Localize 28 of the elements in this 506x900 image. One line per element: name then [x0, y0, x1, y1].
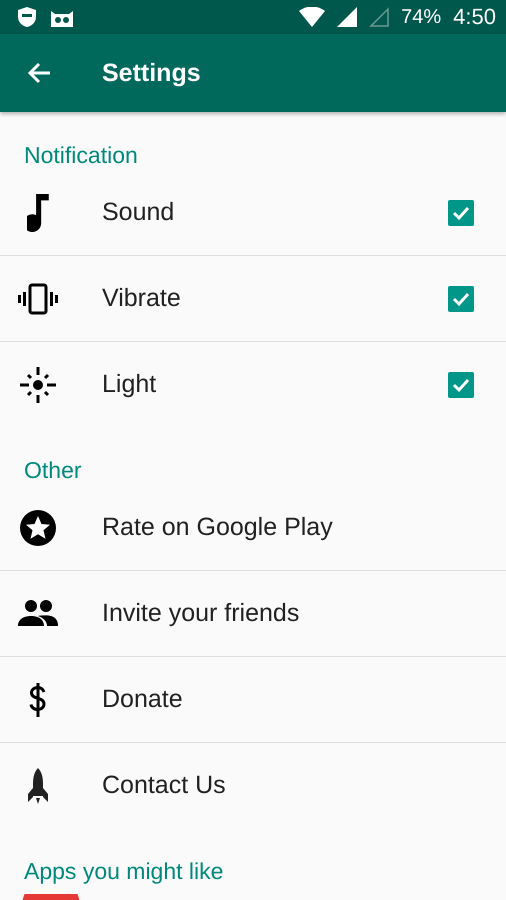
battery-percent: 74% — [401, 6, 442, 28]
row-label: Vibrate — [102, 284, 182, 313]
music-note-icon — [27, 194, 49, 232]
section-header: Apps you might like — [23, 857, 224, 886]
section-header: Other — [23, 456, 83, 485]
settings-row[interactable]: Vibrate — [0, 256, 506, 342]
checkbox[interactable] — [448, 372, 474, 398]
settings-row[interactable]: Contact Us — [0, 743, 506, 828]
row-label: Sound — [102, 198, 176, 227]
signal-icon — [337, 7, 358, 27]
shield-icon — [16, 6, 38, 28]
row-label: Light — [102, 370, 158, 399]
row-label: Rate on Google Play — [102, 513, 334, 542]
row-label: Donate — [102, 685, 184, 714]
clock: 4:50 — [453, 4, 496, 30]
row-label: Invite your friends — [102, 599, 300, 628]
settings-row[interactable]: Light — [0, 342, 506, 427]
settings-row[interactable]: Rate on Google Play — [0, 485, 506, 571]
settings-row[interactable]: Sound — [0, 170, 506, 256]
settings-row[interactable]: Invite your friends — [0, 571, 506, 657]
settings-row[interactable]: Donate — [0, 657, 506, 743]
checkbox[interactable] — [448, 200, 474, 226]
checkbox[interactable] — [448, 286, 474, 312]
wifi-icon — [299, 7, 326, 27]
screen-title: Settings — [102, 58, 201, 88]
signal-empty-icon — [369, 7, 390, 27]
row-label: Contact Us — [102, 771, 227, 800]
section-header: Notification — [23, 141, 139, 170]
